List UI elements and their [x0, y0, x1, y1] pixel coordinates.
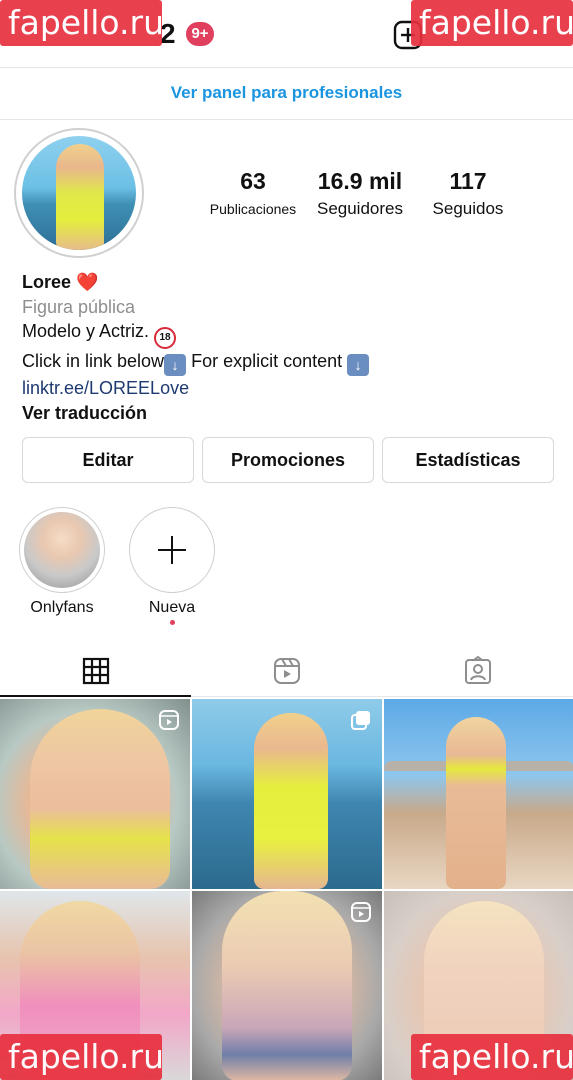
bio-line-2: Click in link below [22, 351, 165, 371]
heart-icon: ❤️ [76, 272, 99, 292]
watermark: fapello.ru [411, 0, 573, 46]
insights-button[interactable]: Estadísticas [382, 437, 554, 483]
posts-stat[interactable]: 63 Publicaciones [198, 168, 308, 217]
edit-profile-button[interactable]: Editar [22, 437, 194, 483]
see-translation-link[interactable]: Ver traducción [22, 401, 562, 426]
watermark: fapello.ru [411, 1034, 573, 1080]
followers-label: Seguidores [316, 199, 403, 218]
watermark: fapello.ru [0, 1034, 164, 1080]
down-arrow-icon: ↓ [164, 354, 187, 376]
posts-label: Publicaciones [209, 201, 297, 217]
following-stat[interactable]: 117 Seguidos [418, 168, 518, 219]
highlight-label: Nueva [148, 599, 196, 616]
post-thumbnail[interactable] [0, 699, 190, 889]
tagged-icon [465, 656, 491, 684]
reel-icon [351, 902, 371, 922]
profile-category: Figura pública [22, 296, 136, 317]
profile-avatar[interactable] [14, 128, 144, 258]
avatar-image [22, 136, 136, 250]
post-thumbnail[interactable] [384, 699, 573, 889]
plus-icon [158, 536, 186, 564]
highlight-onlyfans[interactable]: Onlyfans [17, 507, 107, 617]
profile-name: Loree [22, 272, 72, 292]
profile-tabs [0, 645, 573, 697]
adult-only-icon: 18 [154, 327, 177, 349]
notification-badge[interactable]: 9+ [186, 22, 214, 46]
new-highlight-button[interactable]: Nueva [127, 507, 217, 617]
followers-count: 16.9 mil [317, 168, 403, 194]
professional-dashboard-link[interactable]: Ver panel para profesionales [0, 68, 573, 120]
posts-count: 63 [240, 168, 266, 194]
bio-line-2b: For explicit content [191, 351, 343, 371]
following-label: Seguidos [432, 199, 504, 218]
tab-posts-grid[interactable] [0, 645, 191, 697]
reel-icon [159, 710, 179, 730]
tab-reels[interactable] [191, 645, 382, 697]
new-indicator-dot [170, 620, 175, 625]
down-arrow-icon: ↓ [347, 354, 370, 376]
watermark: fapello.ru [0, 0, 164, 46]
post-thumbnail[interactable] [192, 891, 382, 1080]
posts-grid [0, 699, 573, 1080]
bio-line-1: Modelo y Actriz. [22, 321, 150, 341]
bio-link[interactable]: linktr.ee/LOREELove [22, 376, 562, 401]
highlight-cover [19, 507, 105, 593]
tab-tagged[interactable] [382, 645, 573, 697]
followers-stat[interactable]: 16.9 mil Seguidores [308, 168, 412, 219]
promotions-button[interactable]: Promociones [202, 437, 374, 483]
highlight-label: Onlyfans [30, 599, 94, 616]
post-thumbnail[interactable] [192, 699, 382, 889]
profile-bio: Loree ❤️ Figura pública Modelo y Actriz.… [22, 270, 562, 425]
grid-icon [82, 657, 110, 685]
following-count: 117 [449, 168, 487, 194]
carousel-icon [351, 711, 370, 730]
reels-icon [274, 658, 300, 684]
